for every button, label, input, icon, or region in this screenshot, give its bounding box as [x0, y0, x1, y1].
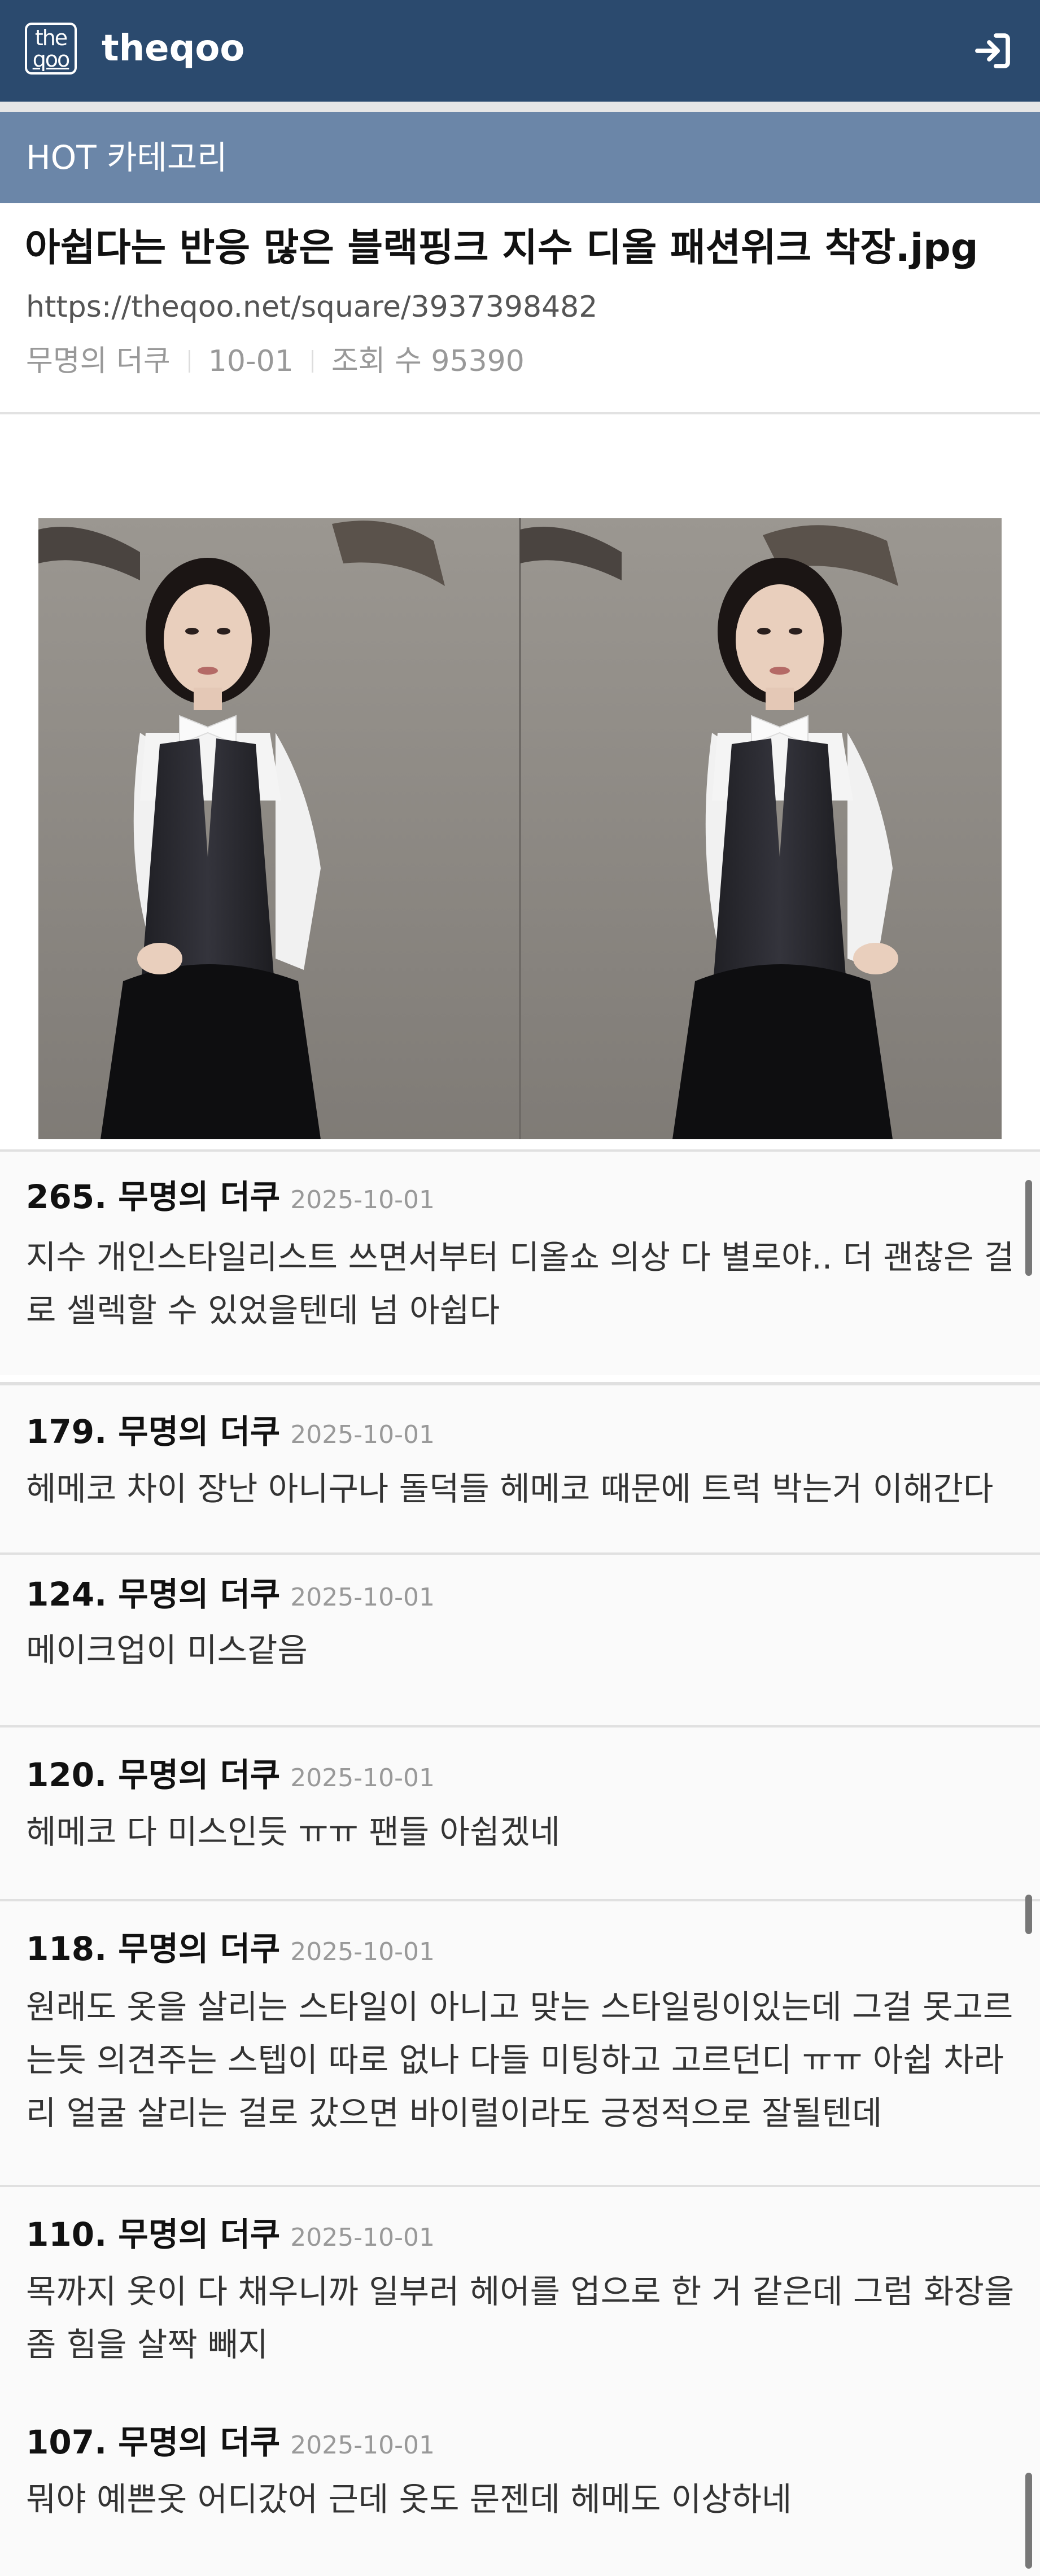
- comment-date: 2025-10-01: [290, 1583, 435, 1612]
- comment-number-author: 120. 무명의 더쿠: [26, 1756, 281, 1794]
- category-bar[interactable]: HOT 카테고리: [0, 112, 1040, 203]
- comment-item: 110. 무명의 더쿠 2025-10-01 목까지 옷이 다 채우니까 일부러 …: [0, 2185, 1040, 2399]
- logo-text-bottom: qoo: [32, 47, 71, 72]
- post-url[interactable]: https://theqoo.net/square/3937398482: [26, 287, 597, 327]
- comment-item: 179. 무명의 더쿠 2025-10-01 헤메코 차이 장난 아니구나 돌덕들…: [0, 1382, 1040, 1552]
- post-image[interactable]: [38, 518, 1002, 1139]
- comment-text: 헤메코 다 미스인듯 ㅠㅠ 팬들 아쉽겠네: [26, 1813, 560, 1851]
- theqoo-logo[interactable]: the qoo: [25, 23, 77, 75]
- login-arrow-icon: [975, 33, 1010, 68]
- comment-date: 2025-10-01: [290, 2223, 435, 2252]
- meta-separator: [188, 350, 190, 373]
- comment-text: 헤메코 차이 장난 아니구나 돌덕들 헤메코 때문에 트럭 박는거 이해간다: [26, 1469, 994, 1508]
- comment-item: 107. 무명의 더쿠 2025-10-01 뭐야 예쁜옷 어디갔어 근데 옷도 …: [0, 2399, 1040, 2576]
- app-header: the qoo theqoo: [0, 0, 1040, 102]
- comment-item: 120. 무명의 더쿠 2025-10-01 헤메코 다 미스인듯 ㅠㅠ 팬들 아…: [0, 1725, 1040, 1899]
- scrollbar-thumb[interactable]: [1025, 1180, 1032, 1276]
- comment-text: 뭐야 예쁜옷 어디갔어 근데 옷도 문젠데 헤메도 이상하네: [26, 2480, 792, 2518]
- comment-number-author: 179. 무명의 더쿠: [26, 1412, 281, 1451]
- header-divider: [0, 102, 1040, 112]
- comment-date: 2025-10-01: [290, 1186, 435, 1214]
- comment-item: 265. 무명의 더쿠 2025-10-01 지수 개인스타일리스트 쓰면서부터 …: [0, 1149, 1040, 1375]
- comment-item: 118. 무명의 더쿠 2025-10-01 원래도 옷을 살리는 스타일이 아니…: [0, 1899, 1040, 2185]
- scrollbar-thumb[interactable]: [1025, 2473, 1032, 2569]
- comment-text: 메이크업이 미스같음: [26, 1631, 308, 1669]
- post-title: 아쉽다는 반응 많은 블랙핑크 지수 디올 패션위크 착장.jpg: [25, 226, 978, 270]
- comment-number-author: 118. 무명의 더쿠: [26, 1930, 281, 1968]
- post-divider: [0, 412, 1040, 414]
- post-author: 무명의 더쿠: [26, 344, 171, 378]
- site-name[interactable]: theqoo: [102, 23, 244, 75]
- post-photo: [38, 518, 1002, 1139]
- meta-separator: [311, 350, 313, 373]
- comment-number-author: 110. 무명의 더쿠: [26, 2215, 281, 2254]
- login-button[interactable]: [970, 28, 1015, 73]
- comment-number-author: 107. 무명의 더쿠: [26, 2423, 281, 2461]
- comment-text: 목까지 옷이 다 채우니까 일부러 헤어를 업으로 한 거 같은데 그럼 화장을…: [26, 2272, 1015, 2364]
- comment-date: 2025-10-01: [290, 1420, 435, 1449]
- comment-date: 2025-10-01: [290, 1764, 435, 1792]
- comment-item: 124. 무명의 더쿠 2025-10-01 메이크업이 미스같음: [0, 1552, 1040, 1725]
- comment-number-author: 265. 무명의 더쿠: [26, 1178, 281, 1216]
- comment-number-author: 124. 무명의 더쿠: [26, 1575, 281, 1613]
- scrollbar-thumb[interactable]: [1025, 1895, 1032, 1934]
- category-label: HOT 카테고리: [26, 138, 228, 177]
- comment-text: 지수 개인스타일리스트 쓰면서부터 디올쇼 의상 다 별로야.. 더 괜찮은 걸…: [26, 1238, 1015, 1329]
- post-views: 조회 수 95390: [331, 344, 525, 378]
- logo-text-top: the: [34, 25, 68, 50]
- post-date: 10-01: [208, 344, 294, 378]
- comment-text: 원래도 옷을 살리는 스타일이 아니고 맞는 스타일링이있는데 그걸 못고르는듯…: [26, 1988, 1013, 2132]
- comment-date: 2025-10-01: [290, 1938, 435, 1966]
- comment-date: 2025-10-01: [290, 2431, 435, 2460]
- post-meta: 무명의 더쿠 10-01 조회 수 95390: [26, 341, 525, 382]
